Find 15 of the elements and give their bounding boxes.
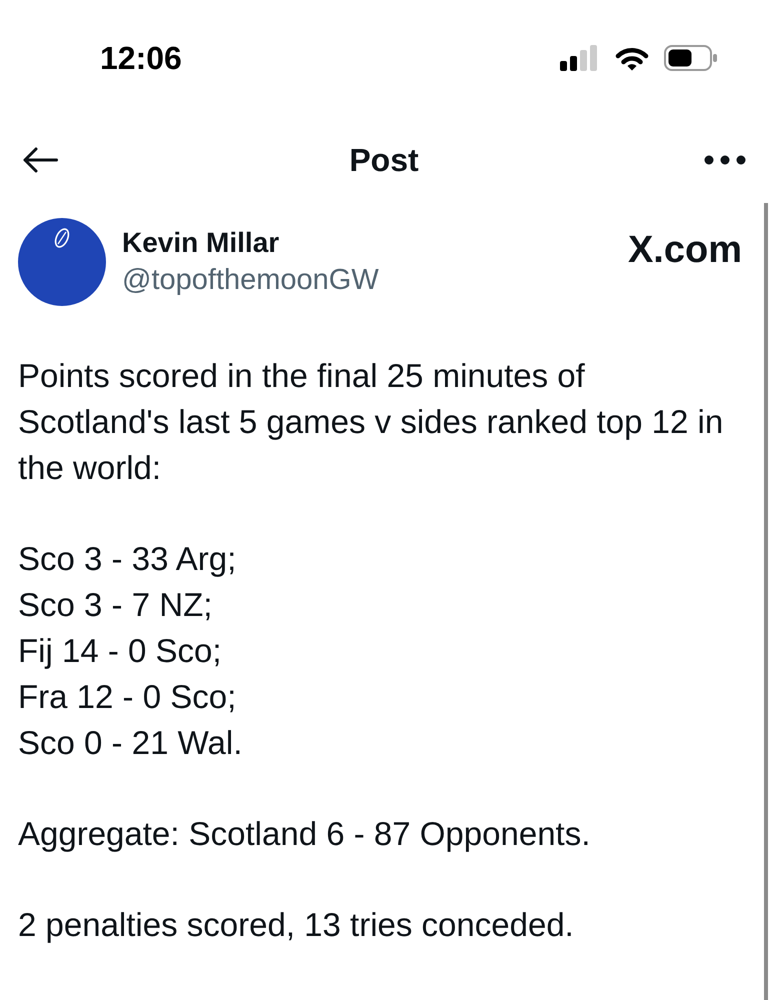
author-handle[interactable]: @topofthemoonGW [122, 263, 379, 297]
post-text: Sco 3 - 33 Arg; Sco 3 - 7 NZ; Fij 14 - 0 Sco; Fra 12 - 0 Sco; Sco 0 - 21 Wal. [18, 539, 244, 763]
page-title: Post [349, 141, 419, 180]
post-text: 2 penalties scored, 13 tries conceded. [18, 905, 575, 945]
post-text: Aggregate: Scotland 6 - 87 Opponents. [18, 814, 592, 854]
back-arrow-icon[interactable] [22, 147, 58, 173]
wifi-icon [614, 45, 650, 71]
more-options-icon[interactable] [704, 155, 746, 165]
source-label: X.com [628, 228, 742, 272]
author-name[interactable]: Kevin Millar [122, 226, 280, 260]
post-text: Points scored in the final 25 minutes of Scotland's last 5 games v sides ranked top 12 in the world: [18, 356, 724, 488]
battery-icon [664, 45, 718, 71]
avatar-logo[interactable] [18, 218, 106, 306]
status-time: 12:06 [100, 40, 182, 76]
signal-icon [560, 45, 600, 71]
